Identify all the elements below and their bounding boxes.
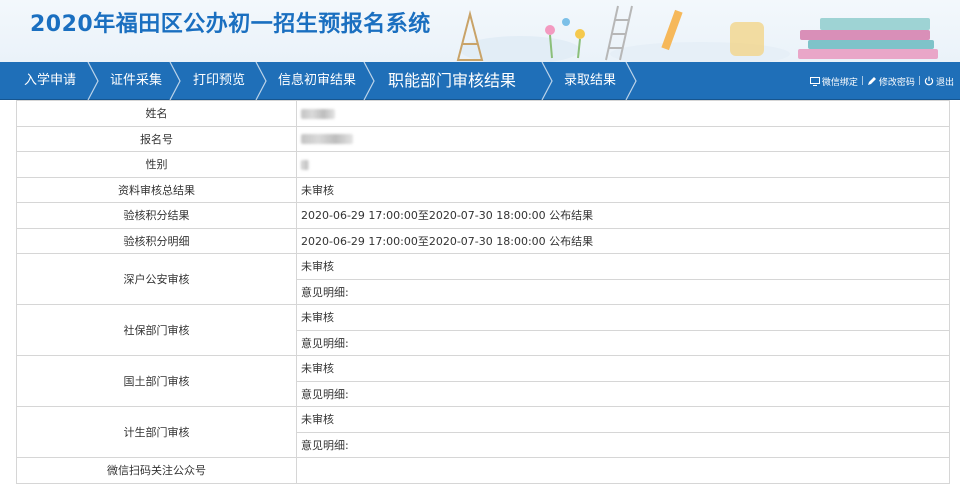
table-row: 验核积分结果 2020-06-29 17:00:00至2020-07-30 18… [16,202,950,229]
nav-chevron-icon [625,62,637,100]
wechat-bind-label: 微信绑定 [821,77,858,88]
regno-value [296,125,950,152]
name-label: 姓名 [16,100,297,127]
table-row: 微信扫码关注公众号 [16,457,950,484]
table-row: 社保部门审核 未审核 [16,304,950,356]
land-review-status: 未审核 [296,355,950,382]
points-detail-value: 2020-06-29 17:00:00至2020-07-30 18:00:00 … [296,227,950,254]
table-row: 资料审核总结果 未审核 [16,176,950,203]
table-row: 计生部门审核 未审核 [16,406,950,458]
logout-link[interactable]: 退出 [924,75,954,88]
police-review-opinion: 意见明细: [296,278,950,305]
family-planning-review-opinion: 意见明细: [296,431,950,458]
redacted-gender [301,159,309,170]
family-planning-review-status: 未审核 [296,406,950,433]
nav-chevron-icon [255,62,267,100]
nav-step-initial-review[interactable]: 信息初审结果 [278,62,356,100]
family-planning-review-label: 计生部门审核 [16,406,297,458]
nav-step-print[interactable]: 打印预览 [193,62,245,100]
nav-step-dept-review[interactable]: 职能部门审核结果 [388,62,516,100]
points-label: 验核积分结果 [16,202,297,229]
site-title: 2020年福田区公办初一招生预报名系统 [30,12,431,37]
account-links: 微信绑定 | 修改密码 | 退出 [809,62,954,100]
name-value [296,100,950,127]
land-review-label: 国土部门审核 [16,355,297,407]
result-table: 姓名 报名号 性别 资料审核总结果 未审核 验核积分结果 2020-06-29 … [16,100,950,484]
nav-step-apply[interactable]: 入学申请 [24,62,76,100]
power-icon [924,76,934,86]
table-row: 深户公安审核 未审核 [16,253,950,305]
logout-label: 退出 [935,77,954,88]
review-label: 资料审核总结果 [16,176,297,203]
table-row: 性别 [16,151,950,178]
wechat-bind-link[interactable]: 微信绑定 [809,75,858,88]
redacted-regno [301,134,353,145]
table-row: 姓名 [16,100,950,127]
link-divider: | [917,76,921,86]
nav-chevron-icon [541,62,553,100]
table-row: 报名号 [16,125,950,152]
gender-value [296,151,950,178]
nav-chevron-icon [87,62,99,100]
points-detail-label: 验核积分明细 [16,227,297,254]
social-security-review-status: 未审核 [296,304,950,331]
pencil-icon [867,77,876,85]
table-row: 验核积分明细 2020-06-29 17:00:00至2020-07-30 18… [16,227,950,254]
monitor-icon [809,76,820,86]
nav-chevron-icon [169,62,181,100]
wechat-qr-cell [296,457,950,484]
review-status: 未审核 [296,176,950,203]
points-value: 2020-06-29 17:00:00至2020-07-30 18:00:00 … [296,202,950,229]
table-row: 国土部门审核 未审核 [16,355,950,407]
gender-label: 性别 [16,151,297,178]
police-review-status: 未审核 [296,253,950,280]
header-decoration [456,5,938,62]
land-review-opinion: 意见明细: [296,380,950,407]
change-password-link[interactable]: 修改密码 [867,75,915,88]
social-security-review-label: 社保部门审核 [16,304,297,356]
police-review-label: 深户公安审核 [16,253,297,305]
nav-chevron-icon [363,62,375,100]
change-password-label: 修改密码 [878,77,915,88]
nav-step-docs[interactable]: 证件采集 [110,62,162,100]
wechat-follow-label: 微信扫码关注公众号 [16,457,297,484]
nav-step-admission[interactable]: 录取结果 [564,62,616,100]
regno-label: 报名号 [16,125,297,152]
redacted-name [301,108,335,119]
link-divider: | [860,76,864,86]
social-security-review-opinion: 意见明细: [296,329,950,356]
site-header: 2020年福田区公办初一招生预报名系统 [0,0,960,62]
step-nav: 入学申请 证件采集 打印预览 信息初审结果 职能部门审核结果 录取结果 微信绑定… [0,62,960,100]
